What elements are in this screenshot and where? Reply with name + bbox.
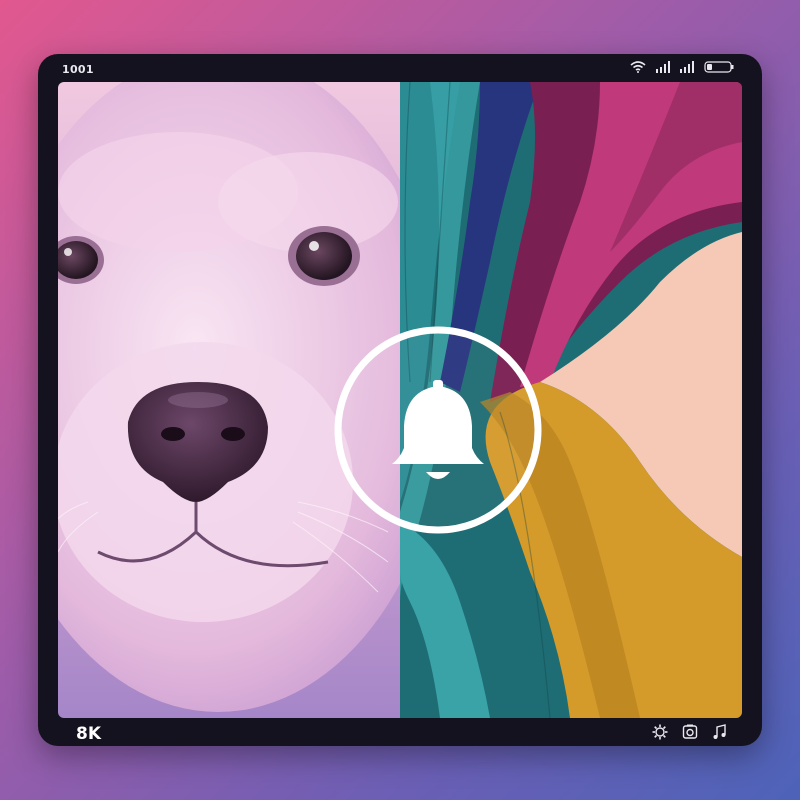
wifi-icon: [630, 61, 646, 73]
music-icon[interactable]: [712, 724, 728, 740]
status-bar: 1001: [38, 54, 762, 82]
camera-icon[interactable]: [682, 724, 698, 740]
tablet-frame: 1001 8K: [38, 54, 762, 746]
signal-icon: [656, 61, 670, 73]
battery-icon: [704, 61, 734, 73]
bottom-bar: 8K: [38, 718, 762, 746]
resolution-badge: 8K: [76, 724, 102, 744]
status-time: 1001: [62, 63, 94, 76]
signal-icon: [680, 61, 694, 73]
settings-icon[interactable]: [652, 724, 668, 740]
status-icons: [630, 61, 734, 73]
notification-bell-button[interactable]: [334, 326, 542, 534]
display-screen: [58, 82, 742, 718]
bottom-icons: [652, 724, 728, 740]
